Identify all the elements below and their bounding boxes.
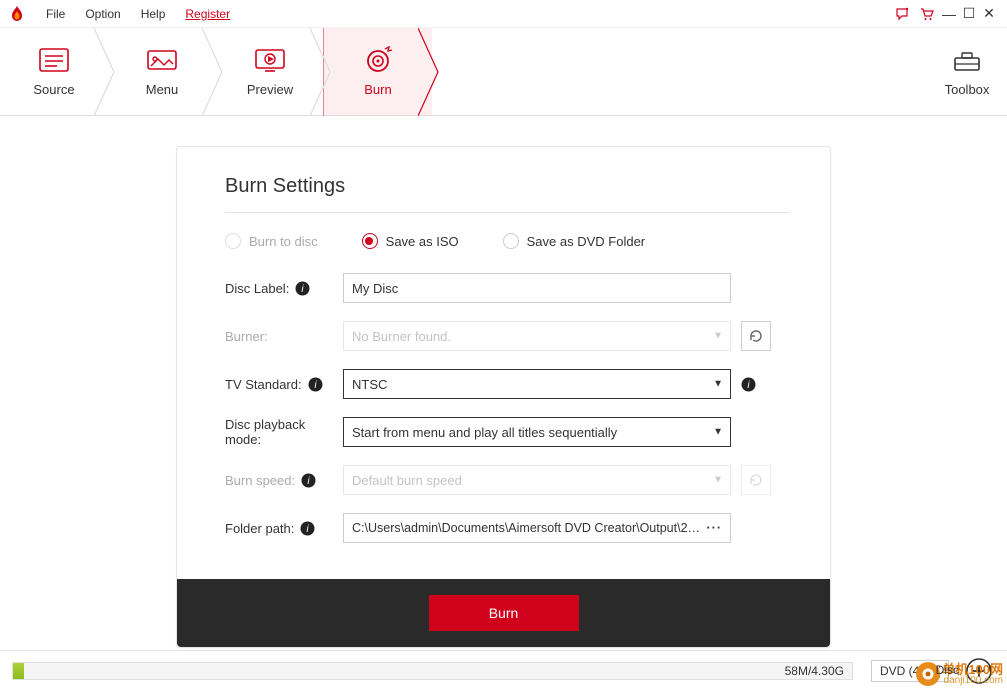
step-burn-label: Burn	[364, 82, 391, 97]
burn-settings-card: Burn Settings Burn to disc Save as ISO S…	[176, 146, 831, 648]
menu-help[interactable]: Help	[131, 7, 176, 21]
toolbox-label: Toolbox	[945, 82, 990, 97]
card-footer: Burn	[177, 579, 830, 647]
menu-file[interactable]: File	[36, 7, 75, 21]
radio-label: Save as DVD Folder	[527, 234, 646, 249]
close-button[interactable]: ✕	[979, 5, 999, 23]
step-menu-label: Menu	[146, 82, 179, 97]
tv-standard-label: TV Standard: i	[225, 377, 343, 392]
info-icon[interactable]: i	[300, 521, 315, 536]
step-source[interactable]: Source	[0, 28, 108, 115]
info-icon[interactable]: i	[301, 473, 316, 488]
output-mode-radios: Burn to disc Save as ISO Save as DVD Fol…	[225, 233, 790, 249]
card-title: Burn Settings	[225, 175, 790, 198]
radio-label: Save as ISO	[386, 234, 459, 249]
toolbox-button[interactable]: Toolbox	[927, 28, 1007, 115]
title-bar: File Option Help Register — ☐ ✕	[0, 0, 1007, 28]
capacity-meter: 58M/4.30G	[12, 662, 853, 680]
app-logo-icon	[8, 5, 26, 23]
disc-label-label: Disc Label: i	[225, 281, 343, 296]
info-icon[interactable]: i	[308, 377, 323, 392]
step-preview[interactable]: Preview	[216, 28, 324, 115]
playback-mode-label: Disc playback mode:	[225, 417, 343, 447]
disc-word: Disc	[936, 663, 959, 677]
burn-button[interactable]: Burn	[429, 595, 579, 631]
chevron-down-icon: ▼	[985, 664, 995, 675]
status-bar: 58M/4.30G DVD (4.7G) ▼	[0, 650, 1007, 690]
step-preview-label: Preview	[247, 82, 293, 97]
radio-burn-to-disc: Burn to disc	[225, 233, 318, 249]
step-menu[interactable]: Menu	[108, 28, 216, 115]
refresh-burner-button[interactable]	[741, 321, 771, 351]
step-burn[interactable]: Burn	[324, 28, 432, 115]
disc-label-input[interactable]	[343, 273, 731, 303]
divider	[225, 212, 790, 213]
radio-icon	[225, 233, 241, 249]
menu-register[interactable]: Register	[175, 7, 240, 21]
burner-label: Burner:	[225, 329, 343, 344]
tv-standard-select[interactable]: NTSC	[343, 369, 731, 399]
capacity-text: 58M/4.30G	[785, 664, 844, 678]
burn-icon	[361, 46, 395, 74]
toolbox-icon	[950, 46, 984, 74]
folder-path-value: C:\Users\admin\Documents\Aimersoft DVD C…	[352, 521, 701, 535]
preview-icon	[253, 46, 287, 74]
info-icon[interactable]: i	[295, 281, 310, 296]
feedback-icon[interactable]	[895, 6, 911, 22]
cart-icon[interactable]	[919, 6, 935, 22]
step-source-label: Source	[33, 82, 74, 97]
radio-save-iso[interactable]: Save as ISO	[362, 233, 459, 249]
playback-mode-select[interactable]: Start from menu and play all titles sequ…	[343, 417, 731, 447]
radio-save-folder[interactable]: Save as DVD Folder	[503, 233, 646, 249]
burn-speed-select: Default burn speed	[343, 465, 731, 495]
burn-speed-label: Burn speed: i	[225, 473, 343, 488]
source-icon	[37, 46, 71, 74]
refresh-speed-button	[741, 465, 771, 495]
menu-step-icon	[145, 46, 179, 74]
radio-label: Burn to disc	[249, 234, 318, 249]
burner-select: No Burner found.	[343, 321, 731, 351]
radio-icon	[503, 233, 519, 249]
info-icon[interactable]: i	[741, 377, 756, 392]
step-nav: Source Menu Preview Burn Toolbox	[0, 28, 1007, 116]
folder-path-field[interactable]: C:\Users\admin\Documents\Aimersoft DVD C…	[343, 513, 731, 543]
folder-path-label: Folder path: i	[225, 521, 343, 536]
radio-icon	[362, 233, 378, 249]
menu-option[interactable]: Option	[75, 7, 130, 21]
capacity-fill	[13, 663, 24, 679]
browse-button[interactable]: ···	[701, 521, 723, 535]
minimize-button[interactable]: —	[939, 5, 959, 23]
maximize-button[interactable]: ☐	[959, 5, 979, 23]
